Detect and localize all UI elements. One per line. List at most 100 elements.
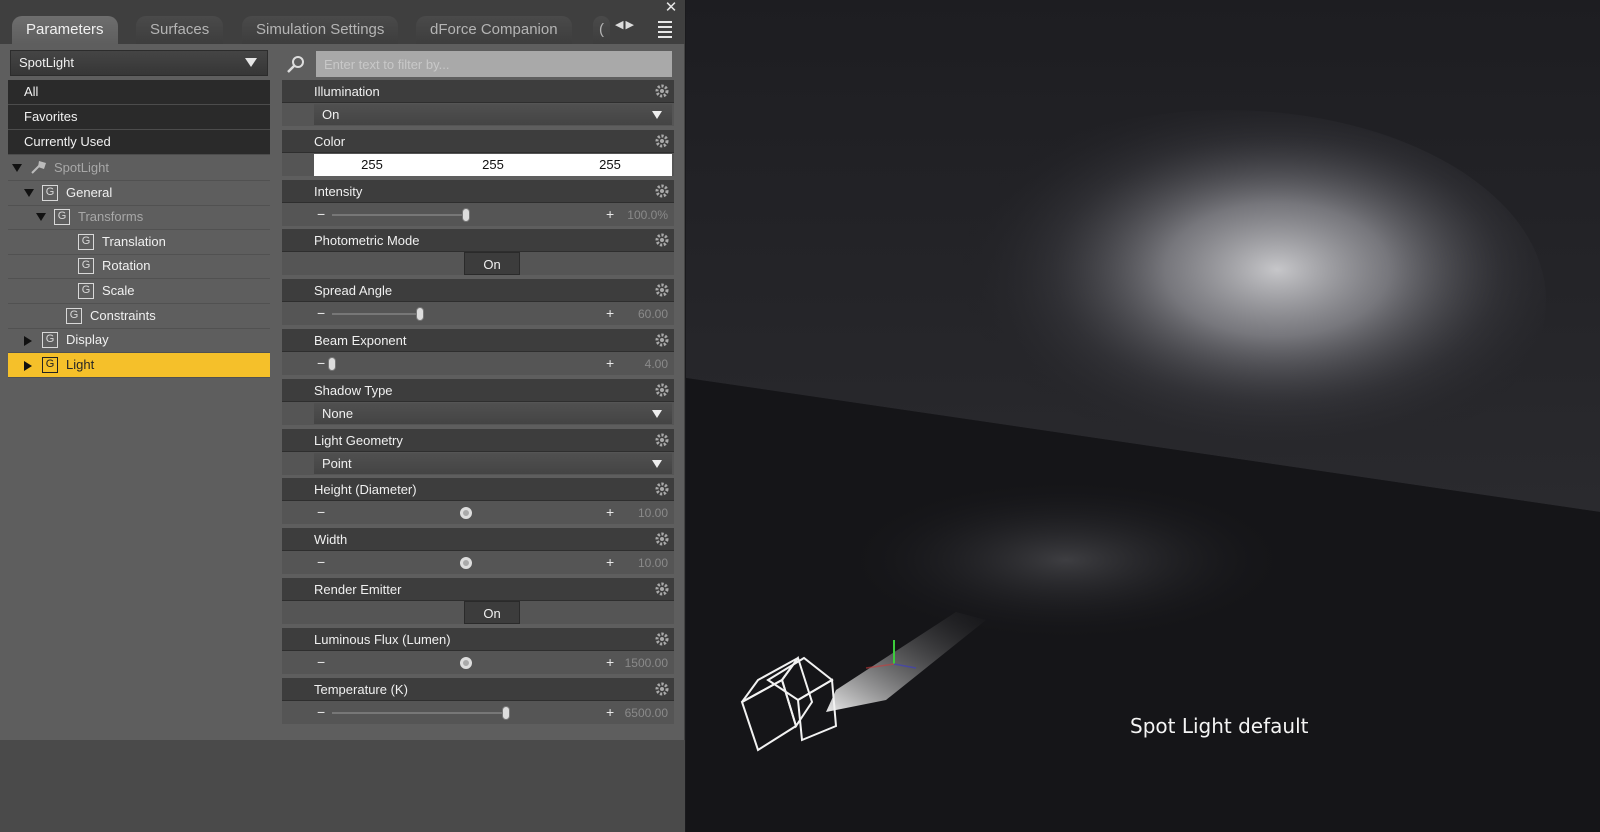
tab-surfaces[interactable]: Surfaces [136, 16, 224, 44]
tree-item-spotlight[interactable]: SpotLight [8, 156, 270, 181]
increment-icon[interactable]: + [606, 653, 614, 671]
light-geometry-dropdown[interactable]: Point [314, 452, 672, 474]
gear-icon[interactable] [654, 581, 670, 597]
property-width: Width − +10.00 [282, 528, 674, 575]
tree-item-scale[interactable]: G Scale [8, 279, 270, 304]
tree-item-label: Scale [102, 283, 135, 298]
tree-item-rotation[interactable]: G Rotation [8, 254, 270, 280]
node-select[interactable]: SpotLight [10, 50, 268, 76]
increment-icon[interactable]: + [606, 205, 614, 223]
decrement-icon[interactable]: − [317, 304, 325, 322]
tab-overflow[interactable]: ( [593, 16, 610, 44]
increment-icon[interactable]: + [606, 304, 614, 322]
tree-item-translation[interactable]: G Translation [8, 230, 270, 255]
3d-viewport[interactable] [686, 0, 1600, 832]
tree-item-constraints[interactable]: G Constraints [8, 304, 270, 329]
spread-angle-value[interactable]: 60.00 [638, 304, 668, 324]
dial-handle[interactable] [460, 656, 472, 669]
empty-area [0, 740, 685, 832]
luminous-flux-lumen-value[interactable]: 1500.00 [625, 653, 668, 673]
decrement-icon[interactable]: − [317, 205, 325, 223]
property-control: None [282, 400, 674, 425]
gear-icon[interactable] [654, 481, 670, 497]
illumination-dropdown[interactable]: On [314, 104, 672, 125]
property-luminous-flux-lumen: Luminous Flux (Lumen) − +1500.00 [282, 627, 674, 674]
gear-icon[interactable] [654, 232, 670, 248]
decrement-icon[interactable]: − [317, 703, 325, 721]
property-beam-exponent: Beam Exponent − +4.00 [282, 329, 674, 375]
increment-icon[interactable]: + [606, 503, 614, 521]
gear-icon[interactable] [654, 681, 670, 697]
category-favorites[interactable]: Favorites [8, 105, 270, 130]
intensity-value[interactable]: 100.0% [627, 205, 668, 225]
tree-item-display[interactable]: G Display [8, 328, 270, 354]
filter-input[interactable] [316, 51, 672, 77]
increment-icon[interactable]: + [606, 703, 614, 721]
tree-item-general[interactable]: G General [8, 181, 270, 206]
beam-exponent-value[interactable]: 4.00 [645, 354, 668, 374]
tree-item-label: Constraints [90, 307, 156, 323]
property-title: Beam Exponent [314, 333, 407, 348]
property-photometric-mode: Photometric Mode On [282, 229, 674, 276]
slider-handle[interactable] [328, 357, 336, 371]
gear-icon[interactable] [654, 83, 670, 99]
increment-icon[interactable]: + [606, 354, 614, 372]
tab-parameters[interactable]: Parameters [12, 16, 118, 44]
close-icon[interactable]: ✕ [663, 0, 679, 16]
dial-handle[interactable] [460, 557, 472, 570]
search-icon[interactable] [286, 54, 306, 74]
width-value[interactable]: 10.00 [638, 553, 668, 573]
gear-icon[interactable] [654, 183, 670, 199]
category-all[interactable]: All [8, 80, 270, 105]
slider-track[interactable] [332, 711, 506, 714]
increment-icon[interactable]: + [606, 553, 614, 571]
node-select-value: SpotLight [19, 55, 74, 70]
tree-item-light[interactable]: G Light [8, 352, 270, 378]
dropdown-value: Point [322, 455, 352, 471]
viewport-scene [686, 0, 1600, 832]
slider-track[interactable] [332, 213, 466, 216]
decrement-icon[interactable]: − [317, 653, 325, 671]
slider-track[interactable] [332, 313, 420, 316]
tab-scroll-arrows-icon[interactable]: ◀▶ [615, 18, 636, 31]
render-emitter-toggle[interactable]: On [464, 601, 520, 624]
chevron-down-icon [652, 409, 662, 418]
slider-handle[interactable] [462, 207, 470, 222]
slider-handle[interactable] [416, 307, 424, 322]
dial-handle[interactable] [460, 507, 472, 520]
temperature-k-value[interactable]: 6500.00 [625, 703, 668, 723]
panel-menu-icon[interactable] [655, 18, 675, 40]
collapsed-arrow-icon[interactable] [24, 360, 32, 371]
category-currently-used[interactable]: Currently Used [8, 130, 270, 155]
shadow-type-dropdown[interactable]: None [314, 402, 672, 424]
gear-icon[interactable] [654, 282, 670, 298]
property-color: Color 255 255 255 [282, 129, 674, 176]
tree-item-transforms[interactable]: G Transforms [8, 205, 270, 231]
decrement-icon[interactable]: − [317, 503, 325, 521]
property-title: Width [314, 532, 348, 548]
slider-handle[interactable] [502, 705, 510, 720]
gear-icon[interactable] [654, 133, 670, 149]
property-title: Height (Diameter) [314, 482, 417, 498]
tab-dforce-companion[interactable]: dForce Companion [416, 16, 572, 44]
parameters-panel: Parameters Surfaces Simulation Settings … [0, 0, 685, 740]
collapsed-arrow-icon[interactable] [24, 336, 32, 347]
gear-icon[interactable] [654, 631, 670, 647]
gear-icon[interactable] [654, 531, 670, 547]
property-illumination: Illumination On [282, 80, 674, 126]
gear-icon[interactable] [654, 382, 670, 398]
expanded-arrow-icon[interactable] [36, 213, 46, 222]
height-diameter-value[interactable]: 10.00 [638, 503, 668, 523]
gear-icon[interactable] [654, 432, 670, 448]
expanded-arrow-icon[interactable] [24, 188, 34, 197]
expanded-arrow-icon[interactable] [12, 164, 22, 172]
spotlight-icon [31, 161, 46, 174]
color-swatch[interactable]: 255 255 255 [314, 153, 672, 176]
gear-icon[interactable] [654, 332, 670, 348]
decrement-icon[interactable]: − [317, 354, 325, 372]
decrement-icon[interactable]: − [317, 553, 325, 571]
photometric-mode-toggle[interactable]: On [464, 252, 520, 276]
tab-bar: Parameters Surfaces Simulation Settings … [0, 0, 685, 44]
chevron-down-icon [652, 111, 662, 119]
tab-simulation-settings[interactable]: Simulation Settings [242, 16, 399, 44]
